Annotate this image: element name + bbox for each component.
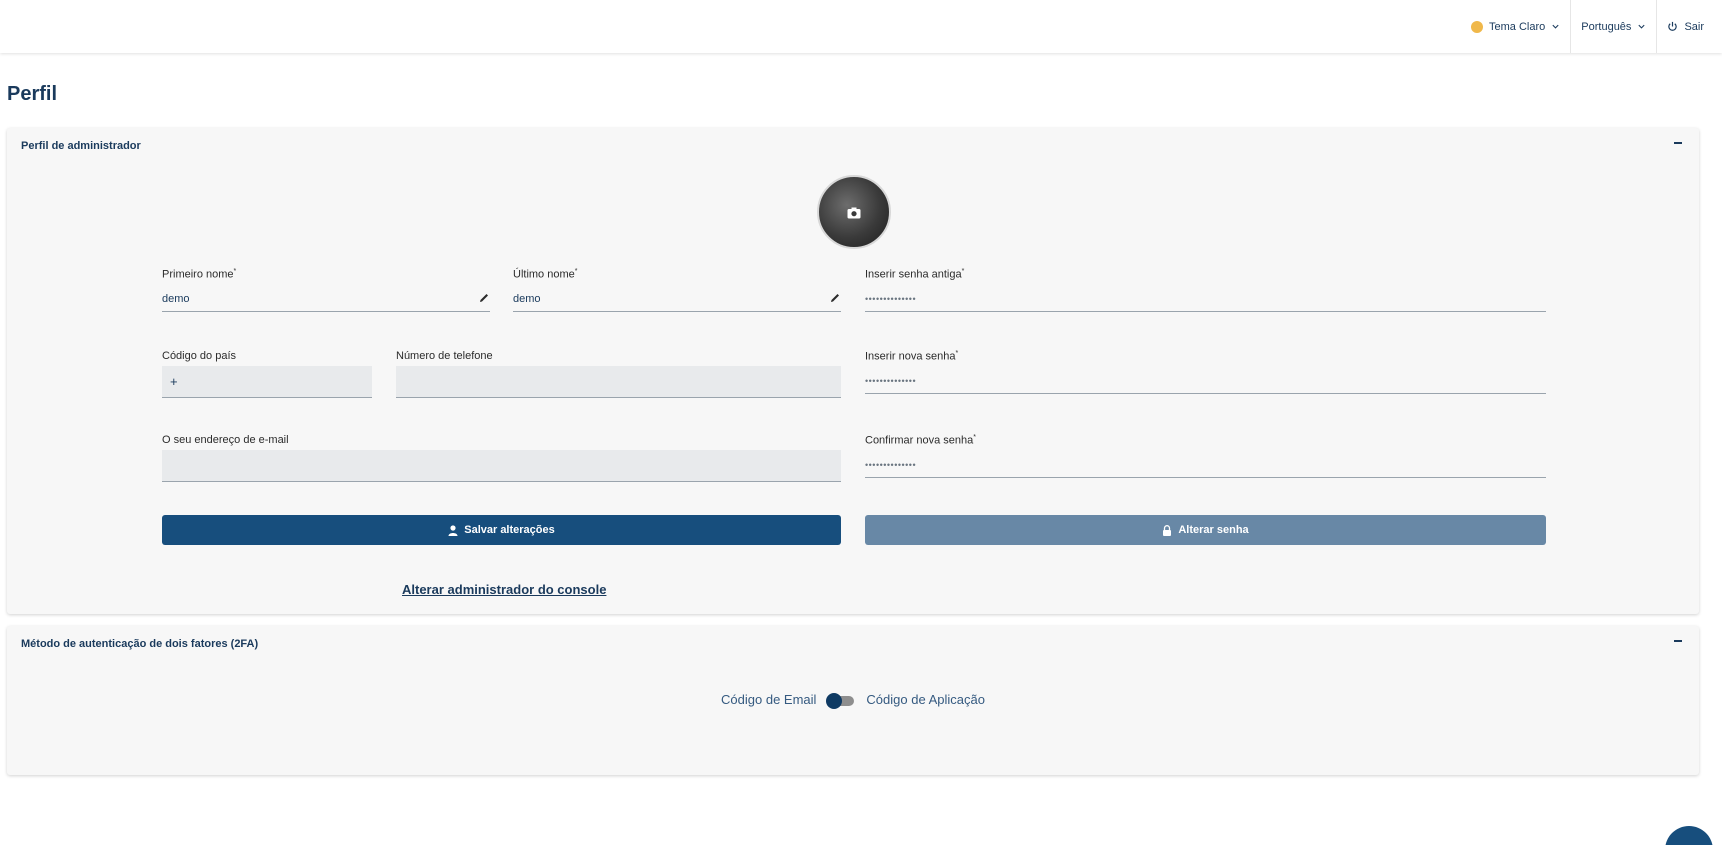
last-name-label-text: Último nome bbox=[513, 268, 575, 281]
language-selector[interactable]: Português bbox=[1570, 0, 1656, 53]
avatar[interactable] bbox=[817, 175, 891, 249]
user-icon bbox=[448, 524, 458, 536]
toggle-knob bbox=[826, 692, 843, 709]
theme-label: Tema Claro bbox=[1489, 20, 1546, 33]
twofa-panel: Método de autenticação de dois fatores (… bbox=[7, 626, 1699, 775]
admin-panel-title: Perfil de administrador bbox=[21, 140, 141, 152]
country-code-input[interactable]: + bbox=[162, 366, 372, 398]
top-header: Tema Claro Português Sair bbox=[0, 0, 1722, 53]
collapse-twofa-panel-button[interactable] bbox=[1671, 634, 1685, 648]
camera-icon bbox=[847, 207, 861, 219]
new-password-value: •••••••••••••• bbox=[865, 375, 917, 386]
country-code-value: + bbox=[170, 374, 178, 389]
logout-label: Sair bbox=[1684, 20, 1704, 33]
language-label: Português bbox=[1581, 20, 1632, 33]
required-mark: * bbox=[973, 434, 976, 441]
collapse-admin-panel-button[interactable] bbox=[1671, 136, 1685, 150]
last-name-value: demo bbox=[513, 292, 541, 305]
page-title: Perfil bbox=[7, 83, 58, 105]
new-password-input[interactable]: •••••••••••••• bbox=[865, 368, 1546, 394]
theme-dot-icon bbox=[1471, 20, 1484, 33]
email-code-option[interactable]: Código de Email bbox=[721, 692, 816, 707]
admin-profile-panel: Perfil de administrador Primeiro nome* d… bbox=[7, 128, 1699, 614]
twofa-method-toggle-row: Código de Email Código de Aplicação bbox=[7, 692, 1699, 709]
twofa-method-toggle[interactable] bbox=[826, 692, 856, 709]
save-changes-button[interactable]: Salvar alterações bbox=[162, 515, 841, 545]
confirm-password-label: Confirmar nova senha* bbox=[865, 434, 976, 447]
pencil-icon[interactable] bbox=[478, 292, 490, 304]
save-changes-label: Salvar alterações bbox=[464, 524, 555, 536]
confirm-password-input[interactable]: •••••••••••••• bbox=[865, 452, 1546, 478]
email-input[interactable] bbox=[162, 450, 841, 482]
required-mark: * bbox=[961, 268, 965, 275]
change-password-button[interactable]: Alterar senha bbox=[865, 515, 1546, 545]
lock-icon bbox=[1163, 524, 1172, 536]
confirm-password-value: •••••••••••••• bbox=[865, 459, 917, 470]
pencil-icon[interactable] bbox=[829, 292, 841, 304]
first-name-label: Primeiro nome* bbox=[162, 268, 236, 281]
twofa-panel-title: Método de autenticação de dois fatores (… bbox=[21, 638, 259, 650]
logout-button[interactable]: Sair bbox=[1656, 0, 1714, 53]
change-console-admin-link[interactable]: Alterar administrador do console bbox=[402, 582, 606, 597]
email-label: O seu endereço de e-mail bbox=[162, 434, 289, 446]
required-mark: * bbox=[955, 350, 959, 357]
last-name-label: Último nome* bbox=[513, 268, 577, 281]
power-icon bbox=[1668, 21, 1678, 31]
old-password-label-text: Inserir senha antiga bbox=[865, 268, 962, 281]
app-code-option[interactable]: Código de Aplicação bbox=[866, 692, 985, 707]
country-code-label: Código do país bbox=[162, 350, 236, 362]
old-password-value: •••••••••••••• bbox=[865, 293, 917, 304]
chevron-down-icon bbox=[1638, 24, 1646, 29]
old-password-input[interactable]: •••••••••••••• bbox=[865, 286, 1546, 312]
last-name-input[interactable]: demo bbox=[513, 286, 841, 312]
first-name-label-text: Primeiro nome bbox=[162, 268, 234, 281]
phone-label: Número de telefone bbox=[396, 350, 493, 362]
change-password-label: Alterar senha bbox=[1178, 524, 1249, 536]
help-fab-button[interactable] bbox=[1665, 826, 1713, 845]
theme-selector[interactable]: Tema Claro bbox=[1461, 0, 1570, 53]
required-mark: * bbox=[574, 268, 578, 275]
required-mark: * bbox=[233, 268, 237, 275]
chevron-down-icon bbox=[1552, 24, 1559, 29]
new-password-label: Inserir nova senha* bbox=[865, 350, 958, 363]
confirm-password-label-text: Confirmar nova senha bbox=[865, 434, 974, 447]
old-password-label: Inserir senha antiga* bbox=[865, 268, 964, 281]
first-name-value: demo bbox=[162, 292, 190, 305]
phone-input[interactable] bbox=[396, 366, 841, 398]
first-name-input[interactable]: demo bbox=[162, 286, 490, 312]
new-password-label-text: Inserir nova senha bbox=[865, 350, 956, 363]
